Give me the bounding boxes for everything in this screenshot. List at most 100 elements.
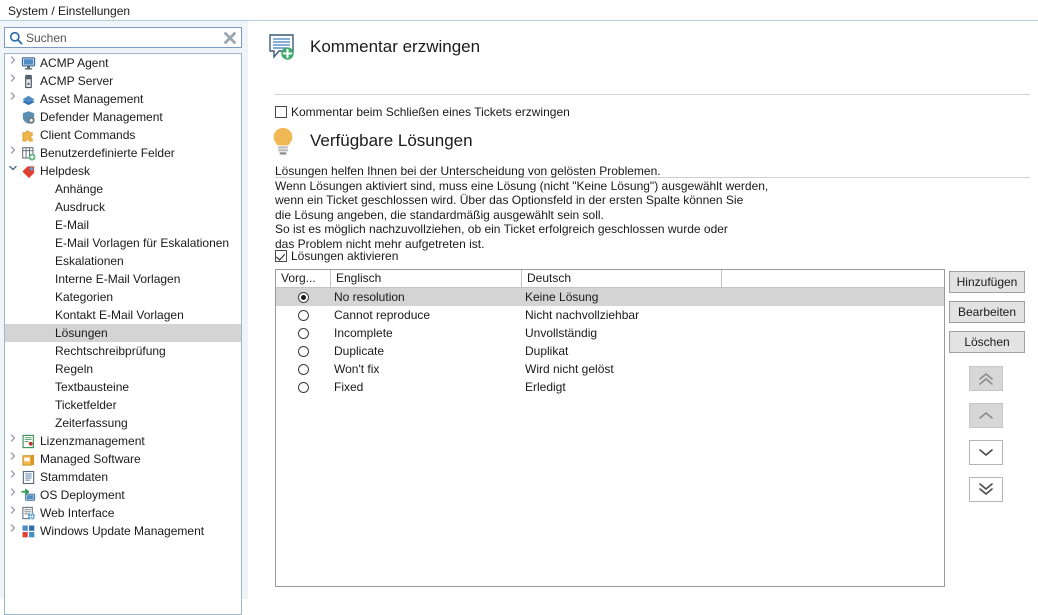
sidebar-item-e-mail[interactable]: E-Mail [5, 216, 241, 234]
table-row[interactable]: Fixed Erledigt [276, 378, 944, 396]
sidebar-item-eskalationen[interactable]: Eskalationen [5, 252, 241, 270]
cell-english: Duplicate [334, 344, 385, 358]
sidebar-item-kontakt-e-mail-vorlagen[interactable]: Kontakt E-Mail Vorlagen [5, 306, 241, 324]
sidebar-item-interne-e-mail-vorlagen[interactable]: Interne E-Mail Vorlagen [5, 270, 241, 288]
sidebar-item-label: Lizenzmanagement [40, 434, 145, 448]
windows-update-icon [21, 524, 36, 539]
default-solution-radio[interactable] [298, 382, 309, 393]
default-solution-radio[interactable] [298, 328, 309, 339]
sidebar-item-benutzerdefinierte-felder[interactable]: Benutzerdefinierte Felder [5, 144, 241, 162]
sidebar-item-label: ACMP Agent [40, 56, 109, 70]
column-header-default[interactable]: Vorg... [276, 270, 331, 287]
sidebar-item-regeln[interactable]: Regeln [5, 360, 241, 378]
chevron-right-icon[interactable] [7, 504, 19, 522]
sidebar-item-asset-management[interactable]: Asset Management [5, 90, 241, 108]
search-input[interactable] [26, 30, 216, 46]
default-solution-radio[interactable] [298, 364, 309, 375]
sidebar-item-acmp-server[interactable]: ACMP Server [5, 72, 241, 90]
book-icon [21, 92, 36, 107]
sidebar-item-managed-software[interactable]: Managed Software [5, 450, 241, 468]
chevron-right-icon[interactable] [7, 468, 19, 486]
table-row[interactable]: Duplicate Duplikat [276, 342, 944, 360]
sidebar-item-ticketfelder[interactable]: Ticketfelder [5, 396, 241, 414]
comment-plus-icon [266, 31, 300, 65]
sidebar-item-os-deployment[interactable]: OS Deployment [5, 486, 241, 504]
cell-english: Won't fix [334, 362, 380, 376]
column-header-german[interactable]: Deutsch [522, 270, 722, 287]
default-solution-radio[interactable] [298, 346, 309, 357]
sidebar-item-kategorien[interactable]: Kategorien [5, 288, 241, 306]
cell-german: Keine Lösung [525, 290, 599, 304]
sidebar-item-helpdesk[interactable]: Helpdesk [5, 162, 241, 180]
chevron-right-icon[interactable] [7, 432, 19, 450]
sidebar-item-label: Web Interface [40, 506, 115, 520]
add-button[interactable]: Hinzufügen [949, 271, 1025, 293]
sidebar-item-lizenzmanagement[interactable]: Lizenzmanagement [5, 432, 241, 450]
table-row[interactable]: Incomplete Unvollständig [276, 324, 944, 342]
sidebar-item-label: Rechtschreibprüfung [55, 344, 166, 358]
enable-solutions-checkbox[interactable] [275, 250, 287, 262]
search-box[interactable] [4, 27, 242, 48]
edit-button[interactable]: Bearbeiten [949, 301, 1025, 323]
force-comment-checkbox[interactable] [275, 106, 287, 118]
sidebar-item-label: Zeiterfassung [55, 416, 128, 430]
cell-german: Wird nicht gelöst [525, 362, 614, 376]
cell-english: No resolution [334, 290, 405, 304]
settings-tree-list[interactable]: ACMP Agent ACMP Server Asset Management Def… [5, 54, 241, 614]
chevron-right-icon[interactable] [7, 486, 19, 504]
sidebar-item-l-sungen[interactable]: Lösungen [5, 324, 241, 342]
sidebar-item-label: Client Commands [40, 128, 136, 142]
table-row[interactable]: No resolution Keine Lösung [276, 288, 944, 306]
chevron-right-icon[interactable] [7, 144, 19, 162]
sidebar-item-web-interface[interactable]: Web Interface [5, 504, 241, 522]
server-icon [21, 74, 36, 89]
chevron-down-icon[interactable] [7, 162, 19, 180]
clear-icon[interactable] [223, 31, 237, 45]
move-to-bottom-button[interactable] [969, 477, 1003, 502]
move-to-top-button[interactable] [969, 366, 1003, 391]
chevron-right-icon[interactable] [7, 522, 19, 540]
chevron-right-icon[interactable] [7, 72, 19, 90]
chevron-right-icon[interactable] [7, 90, 19, 108]
sidebar-item-e-mail-vorlagen-f-r-eskalationen[interactable]: E-Mail Vorlagen für Eskalationen [5, 234, 241, 252]
solutions-table: Vorg... Englisch Deutsch No resolution Ke… [275, 269, 945, 587]
column-header-english[interactable]: Englisch [331, 270, 522, 287]
sidebar-item-rechtschreibpr-fung[interactable]: Rechtschreibprüfung [5, 342, 241, 360]
chevron-right-icon[interactable] [7, 54, 19, 72]
default-solution-radio[interactable] [298, 310, 309, 321]
sidebar-item-label: Managed Software [40, 452, 141, 466]
solutions-description: Lösungen helfen Ihnen bei der Unterschei… [275, 164, 769, 251]
table-row[interactable]: Cannot reproduce Nicht nachvollziehbar [276, 306, 944, 324]
default-solution-radio[interactable] [298, 292, 309, 303]
sidebar-item-label: E-Mail Vorlagen für Eskalationen [55, 236, 230, 250]
sidebar-item-ausdruck[interactable]: Ausdruck [5, 198, 241, 216]
chevron-right-icon[interactable] [7, 450, 19, 468]
sidebar-item-stammdaten[interactable]: Stammdaten [5, 468, 241, 486]
cell-german: Erledigt [525, 380, 566, 394]
table-row[interactable]: Won't fix Wird nicht gelöst [276, 360, 944, 378]
sidebar-item-label: ACMP Server [40, 74, 114, 88]
sidebar-item-client-commands[interactable]: Client Commands [5, 126, 241, 144]
license-icon [21, 434, 36, 449]
shield-gear-icon [21, 110, 36, 125]
settings-navigation-panel: ACMP Agent ACMP Server Asset Management Def… [0, 21, 248, 615]
cell-german: Unvollständig [525, 326, 598, 340]
delete-button[interactable]: Löschen [949, 331, 1025, 353]
sidebar-item-anh-nge[interactable]: Anhänge [5, 180, 241, 198]
sidebar-item-defender-management[interactable]: Defender Management [5, 108, 241, 126]
sidebar-item-label: Ausdruck [55, 200, 106, 214]
deploy-icon [21, 488, 36, 503]
solutions-table-body[interactable]: No resolution Keine Lösung Cannot reproduc… [276, 288, 944, 396]
move-down-button[interactable] [969, 440, 1003, 465]
table-plus-icon [21, 146, 36, 161]
sidebar-item-windows-update-management[interactable]: Windows Update Management [5, 522, 241, 540]
sidebar-item-label: Ticketfelder [55, 398, 117, 412]
sidebar-item-label: Textbausteine [55, 380, 130, 394]
puzzle-icon [21, 128, 36, 143]
force-comment-label: Kommentar beim Schließen eines Tickets e… [291, 105, 570, 119]
sidebar-item-label: Stammdaten [40, 470, 109, 484]
move-up-button[interactable] [969, 403, 1003, 428]
sidebar-item-acmp-agent[interactable]: ACMP Agent [5, 54, 241, 72]
sidebar-item-zeiterfassung[interactable]: Zeiterfassung [5, 414, 241, 432]
sidebar-item-textbausteine[interactable]: Textbausteine [5, 378, 241, 396]
